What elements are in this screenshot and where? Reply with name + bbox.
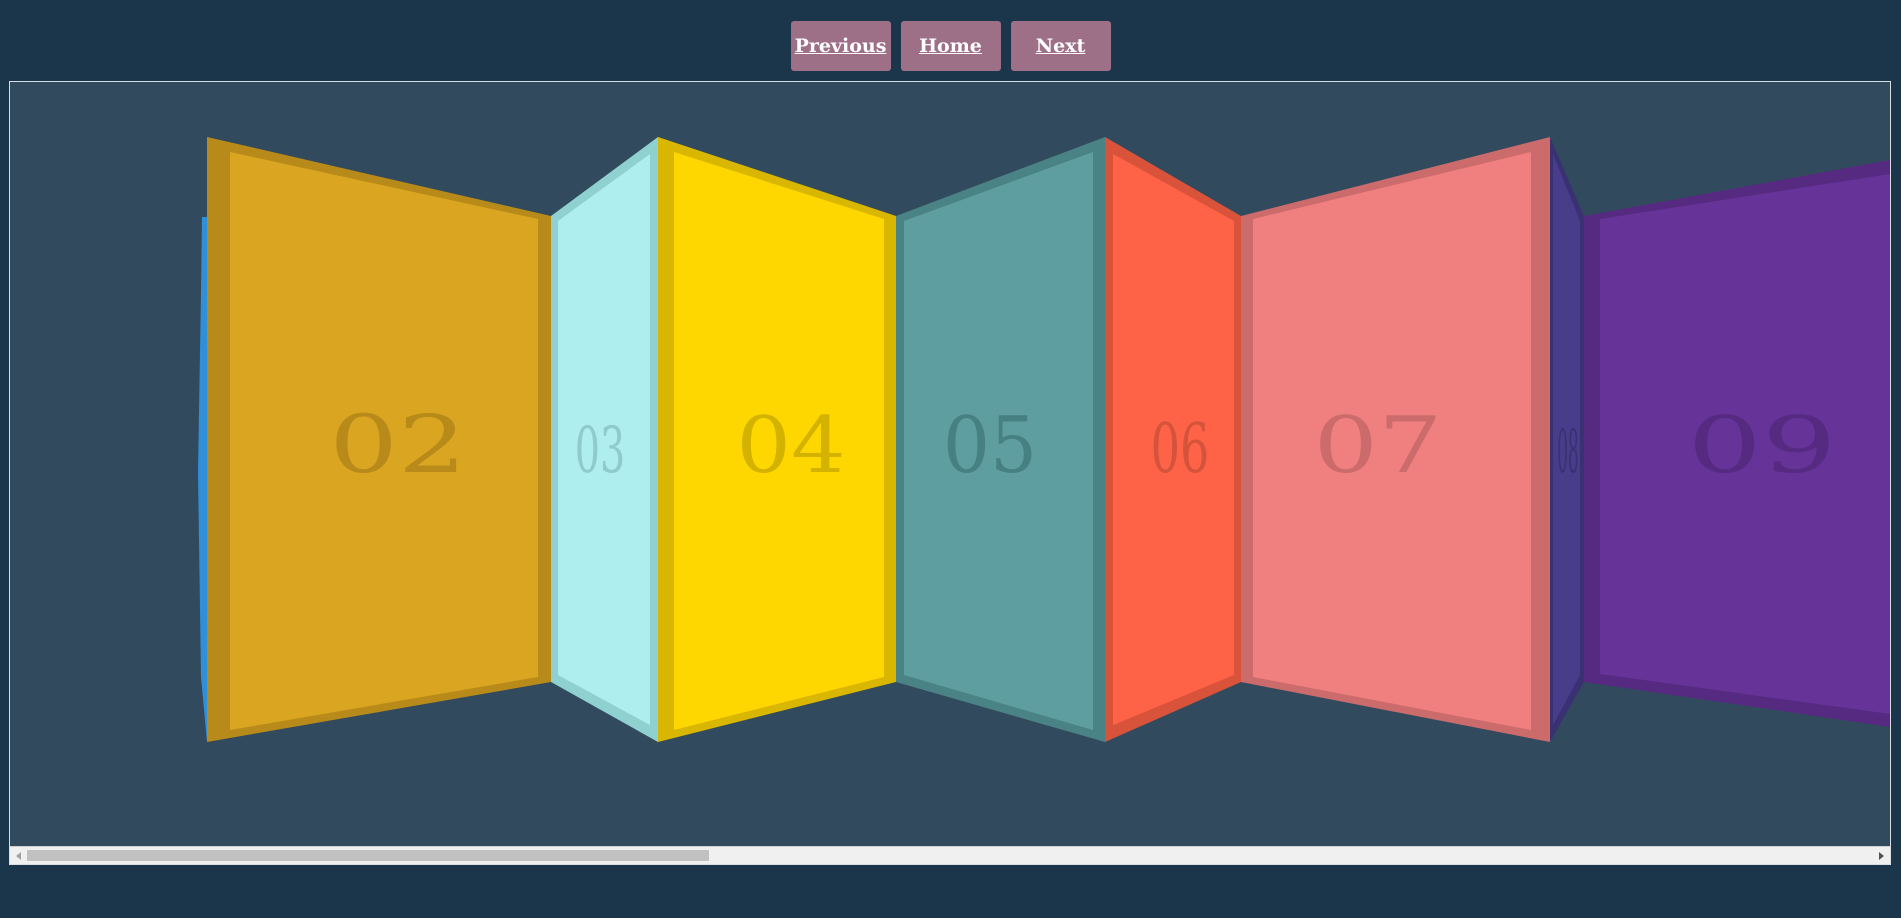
scroll-right-arrow-icon[interactable] [1879,852,1884,860]
panel-07-label: 07 [1313,400,1442,491]
panel-04-label: 04 [736,401,845,491]
next-button[interactable]: Next [1010,21,1111,71]
accordion-stage: 02 03 04 05 06 07 08 09 [198,137,1890,742]
panel-01-edge [198,217,207,742]
panel-02-label: 02 [329,399,466,492]
scrollbar-thumb[interactable] [27,850,709,861]
panel-05-label: 05 [943,399,1037,490]
panel-09-label: 09 [1688,401,1837,491]
panel-07[interactable]: 07 [1241,137,1550,742]
panel-06[interactable]: 06 [1105,137,1241,742]
panel-05[interactable]: 05 [896,137,1105,742]
panel-04[interactable]: 04 [658,137,896,742]
previous-button[interactable]: Previous [790,21,891,71]
panel-08-label: 08 [1557,418,1578,487]
panel-09[interactable]: 09 [1584,160,1890,727]
carousel-viewport[interactable]: 02 03 04 05 06 07 08 09 [9,81,1891,865]
home-button[interactable]: Home [900,21,1001,71]
panel-06-label: 06 [1151,409,1210,489]
panel-03-label: 03 [575,413,625,488]
panel-03[interactable]: 03 [551,137,658,742]
panel-08[interactable]: 08 [1550,137,1584,742]
scroll-left-arrow-icon[interactable] [16,852,21,860]
horizontal-scrollbar[interactable] [10,846,1890,864]
panel-02[interactable]: 02 [207,137,551,742]
navigation-bar: Previous Home Next [0,21,1901,71]
